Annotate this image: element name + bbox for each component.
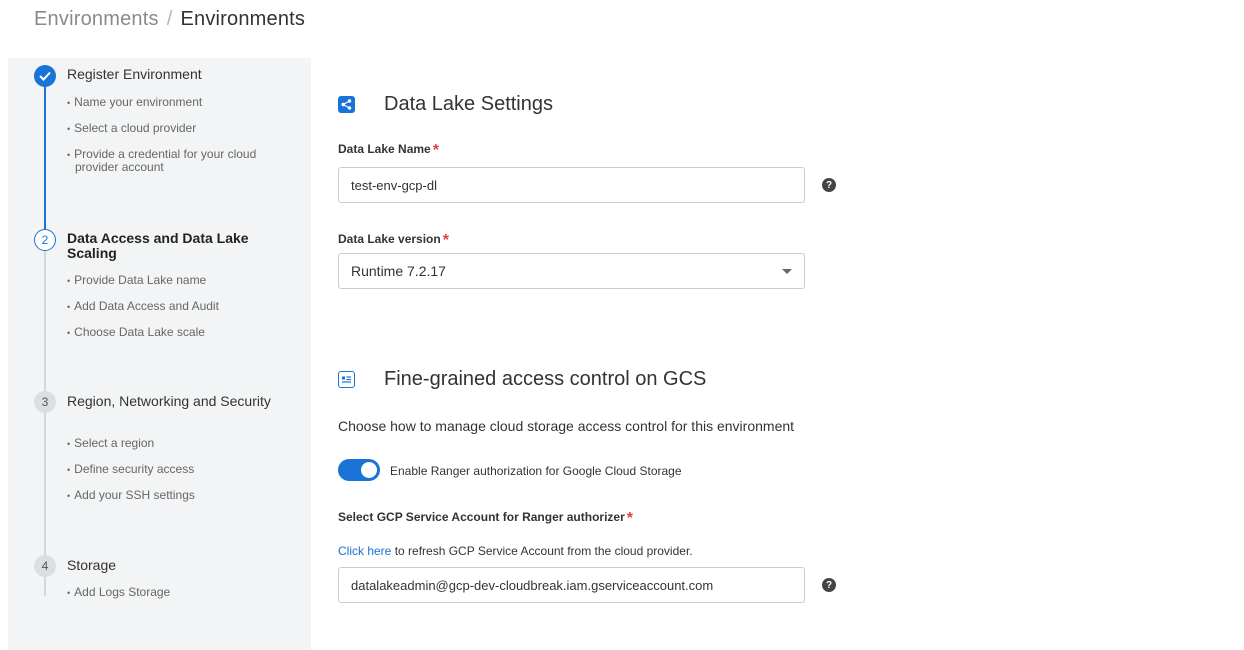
refresh-link[interactable]: Click here [338,544,391,558]
step-items: Provide Data Lake name Add Data Access a… [67,274,297,352]
ranger-authorization-toggle[interactable] [338,459,380,481]
ranger-authorization-label: Enable Ranger authorization for Google C… [390,464,682,478]
share-icon [338,96,355,113]
refresh-text: to refresh GCP Service Account from the … [391,544,693,558]
step-item: Add your SSH settings [67,489,297,502]
step-number: 4 [34,555,56,577]
step-item: Select a cloud provider [67,122,297,135]
step-item: Name your environment [67,96,297,109]
select-value: Runtime 7.2.17 [351,263,446,279]
progress-rail-completed [44,76,46,236]
breadcrumb: Environments / Environments [34,8,305,31]
access-control-description: Choose how to manage cloud storage acces… [338,418,795,434]
breadcrumb-parent[interactable]: Environments [34,8,159,30]
main-content: Data Lake Settings Data Lake Name * test-… [311,58,1244,650]
data-lake-version-select[interactable]: Runtime 7.2.17 [338,253,805,289]
step-item: Define security access [67,463,297,476]
step-title: Data Access and Data Lake Scaling [67,230,249,261]
data-lake-version-label: Data Lake version * [338,230,449,249]
data-lake-name-input[interactable]: test-env-gcp-dl [338,167,805,203]
id-card-icon [338,371,355,388]
data-lake-settings-heading: Data Lake Settings [338,93,553,116]
service-account-input[interactable]: datalakeadmin@gcp-dev-cloudbreak.iam.gse… [338,567,805,603]
label-text: Select GCP Service Account for Ranger au… [338,510,625,524]
data-lake-name-label: Data Lake Name * [338,140,439,159]
chevron-down-icon [782,268,792,274]
help-icon[interactable]: ? [822,578,836,592]
check-icon [34,65,56,87]
step-title: Register Environment [67,66,202,82]
step-title: Storage [67,557,117,573]
toggle-knob [361,462,377,478]
step-items: Add Logs Storage [67,586,297,612]
step-item: Provide Data Lake name [67,274,297,287]
service-account-label: Select GCP Service Account for Ranger au… [338,508,633,527]
label-text: Data Lake Name [338,142,431,156]
help-icon[interactable]: ? [822,178,836,192]
fine-grained-heading: Fine-grained access control on GCS [338,368,706,391]
step-items: Select a region Define security access A… [67,437,297,515]
breadcrumb-current: Environments [180,8,306,30]
step-item: Add Data Access and Audit [67,300,297,313]
required-marker: * [626,510,633,527]
step-title: Region, Networking and Security [67,393,271,409]
refresh-service-account-line: Click here to refresh GCP Service Accoun… [338,544,693,558]
required-marker: * [442,232,449,249]
section-title: Fine-grained access control on GCS [384,368,707,390]
step-number: 2 [34,229,56,251]
wizard-sidebar: Register Environment Name your environme… [8,58,311,650]
section-title: Data Lake Settings [384,93,553,115]
step-item: Provide a credential for your cloud prov… [67,148,297,173]
step-item: Add Logs Storage [67,586,297,599]
required-marker: * [432,142,439,159]
step-items: Name your environment Select a cloud pro… [67,96,297,186]
breadcrumb-separator: / [166,8,173,30]
step-number: 3 [34,391,56,413]
step-item: Select a region [67,437,297,450]
label-text: Data Lake version [338,232,441,246]
step-item: Choose Data Lake scale [67,326,297,339]
